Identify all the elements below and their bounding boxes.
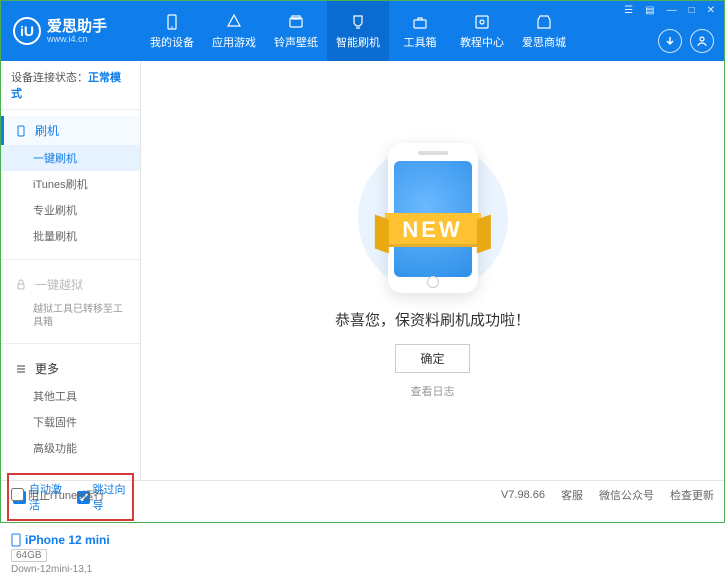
success-message: 恭喜您，保资料刷机成功啦！ xyxy=(335,309,530,330)
nav-ringtone-wallpaper[interactable]: 铃声壁纸 xyxy=(265,1,327,61)
main-nav: 我的设备 应用游戏 铃声壁纸 智能刷机 工具箱 教程中心 爱思商城 xyxy=(141,1,575,61)
phone-small-icon xyxy=(15,125,29,137)
customer-service-link[interactable]: 客服 xyxy=(561,487,583,503)
sidebar-download-firmware[interactable]: 下载固件 xyxy=(1,409,140,435)
close-icon[interactable]: ✕ xyxy=(704,5,718,16)
list-icon xyxy=(15,363,29,375)
sidebar-other-tools[interactable]: 其他工具 xyxy=(1,383,140,409)
title-bar: iU 爱思助手 www.i4.cn 我的设备 应用游戏 铃声壁纸 智能刷机 工具… xyxy=(1,1,724,61)
minimize-icon[interactable]: ― xyxy=(664,5,680,16)
sidebar-more-header[interactable]: 更多 xyxy=(1,354,140,383)
window-controls: ☰ ▤ ― □ ✕ xyxy=(621,5,718,16)
lock-icon xyxy=(15,279,29,291)
store-icon xyxy=(535,13,553,31)
maximize-icon[interactable]: □ xyxy=(686,5,698,16)
nav-my-device[interactable]: 我的设备 xyxy=(141,1,203,61)
sidebar-batch-flash[interactable]: 批量刷机 xyxy=(1,223,140,249)
sidebar-itunes-flash[interactable]: iTunes刷机 xyxy=(1,171,140,197)
sidebar-flash-header[interactable]: 刷机 xyxy=(1,116,140,145)
logo-area: iU 爱思助手 www.i4.cn xyxy=(1,17,141,45)
logo-icon: iU xyxy=(13,17,41,45)
nav-tutorials[interactable]: 教程中心 xyxy=(451,1,513,61)
new-ribbon: NEW xyxy=(384,213,480,247)
menu-icon[interactable]: ☰ xyxy=(621,5,636,16)
firmware-label: Down-12mini-13,1 xyxy=(11,564,130,575)
block-itunes-checkbox[interactable]: 阻止iTunes运行 xyxy=(11,487,105,503)
book-icon xyxy=(473,13,491,31)
sidebar-one-click-flash[interactable]: 一键刷机 xyxy=(1,145,140,171)
sidebar-pro-flash[interactable]: 专业刷机 xyxy=(1,197,140,223)
nav-apps-games[interactable]: 应用游戏 xyxy=(203,1,265,61)
wallet-icon xyxy=(287,13,305,31)
header-actions xyxy=(658,29,714,53)
download-icon[interactable] xyxy=(658,29,682,53)
nav-toolbox[interactable]: 工具箱 xyxy=(389,1,451,61)
flash-icon xyxy=(349,13,367,31)
sidebar-advanced[interactable]: 高级功能 xyxy=(1,435,140,461)
view-log-link[interactable]: 查看日志 xyxy=(411,383,455,399)
app-url: www.i4.cn xyxy=(47,34,107,44)
sidebar: 设备连接状态：正常模式 刷机 一键刷机 iTunes刷机 专业刷机 批量刷机 一… xyxy=(1,61,141,480)
app-name: 爱思助手 xyxy=(47,19,107,34)
sidebar-jailbreak-header[interactable]: 一键越狱 xyxy=(1,270,140,299)
apps-icon xyxy=(225,13,243,31)
jailbreak-note: 越狱工具已转移至工具箱 xyxy=(1,299,140,333)
version-label: V7.98.66 xyxy=(501,489,545,501)
toolbox-icon xyxy=(411,13,429,31)
nav-store[interactable]: 爱思商城 xyxy=(513,1,575,61)
nav-smart-flash[interactable]: 智能刷机 xyxy=(327,1,389,61)
check-update-link[interactable]: 检查更新 xyxy=(670,487,714,503)
phone-icon xyxy=(163,13,181,31)
ok-button[interactable]: 确定 xyxy=(395,344,469,373)
success-illustration: NEW xyxy=(348,143,518,293)
user-icon[interactable] xyxy=(690,29,714,53)
storage-badge: 64GB xyxy=(11,549,47,562)
main-content: NEW 恭喜您，保资料刷机成功啦！ 确定 查看日志 xyxy=(141,61,724,480)
wechat-link[interactable]: 微信公众号 xyxy=(599,487,654,503)
skin-icon[interactable]: ▤ xyxy=(642,5,657,16)
phone-tiny-icon xyxy=(11,533,21,547)
device-info[interactable]: iPhone 12 mini 64GB Down-12mini-13,1 xyxy=(1,527,140,581)
connection-status: 设备连接状态：正常模式 xyxy=(1,61,140,110)
